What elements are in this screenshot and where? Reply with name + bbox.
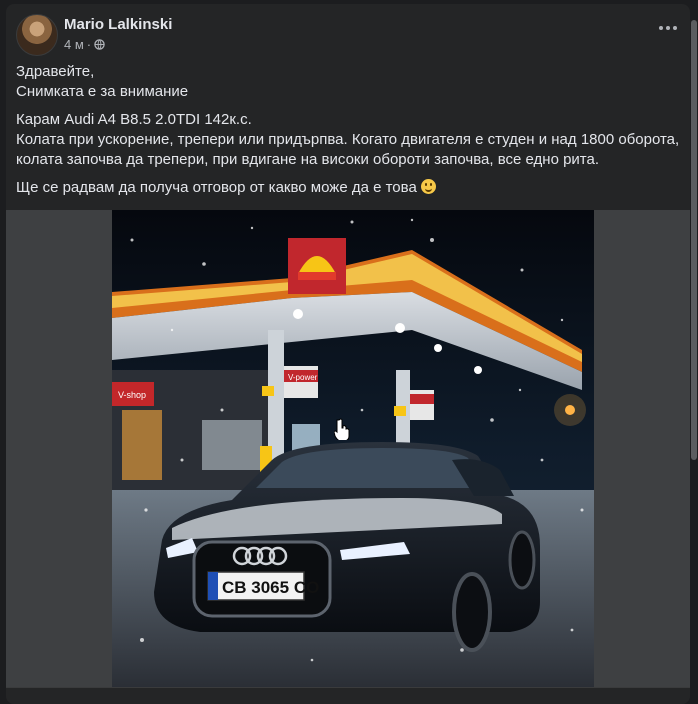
- shop-sign: V-shop: [118, 390, 146, 400]
- post-author[interactable]: Mario Lalkinski: [64, 16, 172, 33]
- closing-line: Ще се радвам да получа отговор от какво …: [16, 179, 417, 196]
- avatar[interactable]: [16, 14, 58, 56]
- post-card: Mario Lalkinski 4 м · Здравейте, Снимкат…: [6, 4, 690, 704]
- post-photo[interactable]: V-shop V-power CB 3065 CO: [112, 210, 594, 688]
- license-plate: CB 3065 CO: [222, 578, 319, 597]
- gas-station-photo: V-shop V-power CB 3065 CO: [112, 210, 594, 688]
- scrollbar-thumb[interactable]: [691, 20, 697, 460]
- vpower-sign: V-power: [288, 373, 318, 382]
- reactions-bar: [6, 687, 690, 704]
- smile-emoji-icon: [420, 179, 436, 194]
- post-time[interactable]: 4 м: [64, 37, 84, 52]
- note-line: Снимката е за внимание: [16, 83, 189, 100]
- meta-separator: ·: [86, 37, 92, 52]
- greeting-line: Здравейте,: [16, 63, 95, 80]
- media-container: V-shop V-power CB 3065 CO: [6, 210, 690, 688]
- car-line: Карам Audi A4 B8.5 2.0TDI 142к.с.: [16, 111, 252, 128]
- mouse-pointer-hand-icon: [334, 418, 350, 440]
- post-text: Здравейте, Снимката е за внимание Карам …: [16, 62, 684, 206]
- more-horizontal-icon[interactable]: [656, 20, 680, 36]
- post-meta: 4 м ·: [64, 37, 105, 52]
- problem-line: Колата при ускорение, трепери или придър…: [16, 131, 680, 168]
- globe-icon[interactable]: [94, 39, 105, 50]
- scrollbar[interactable]: [690, 20, 698, 460]
